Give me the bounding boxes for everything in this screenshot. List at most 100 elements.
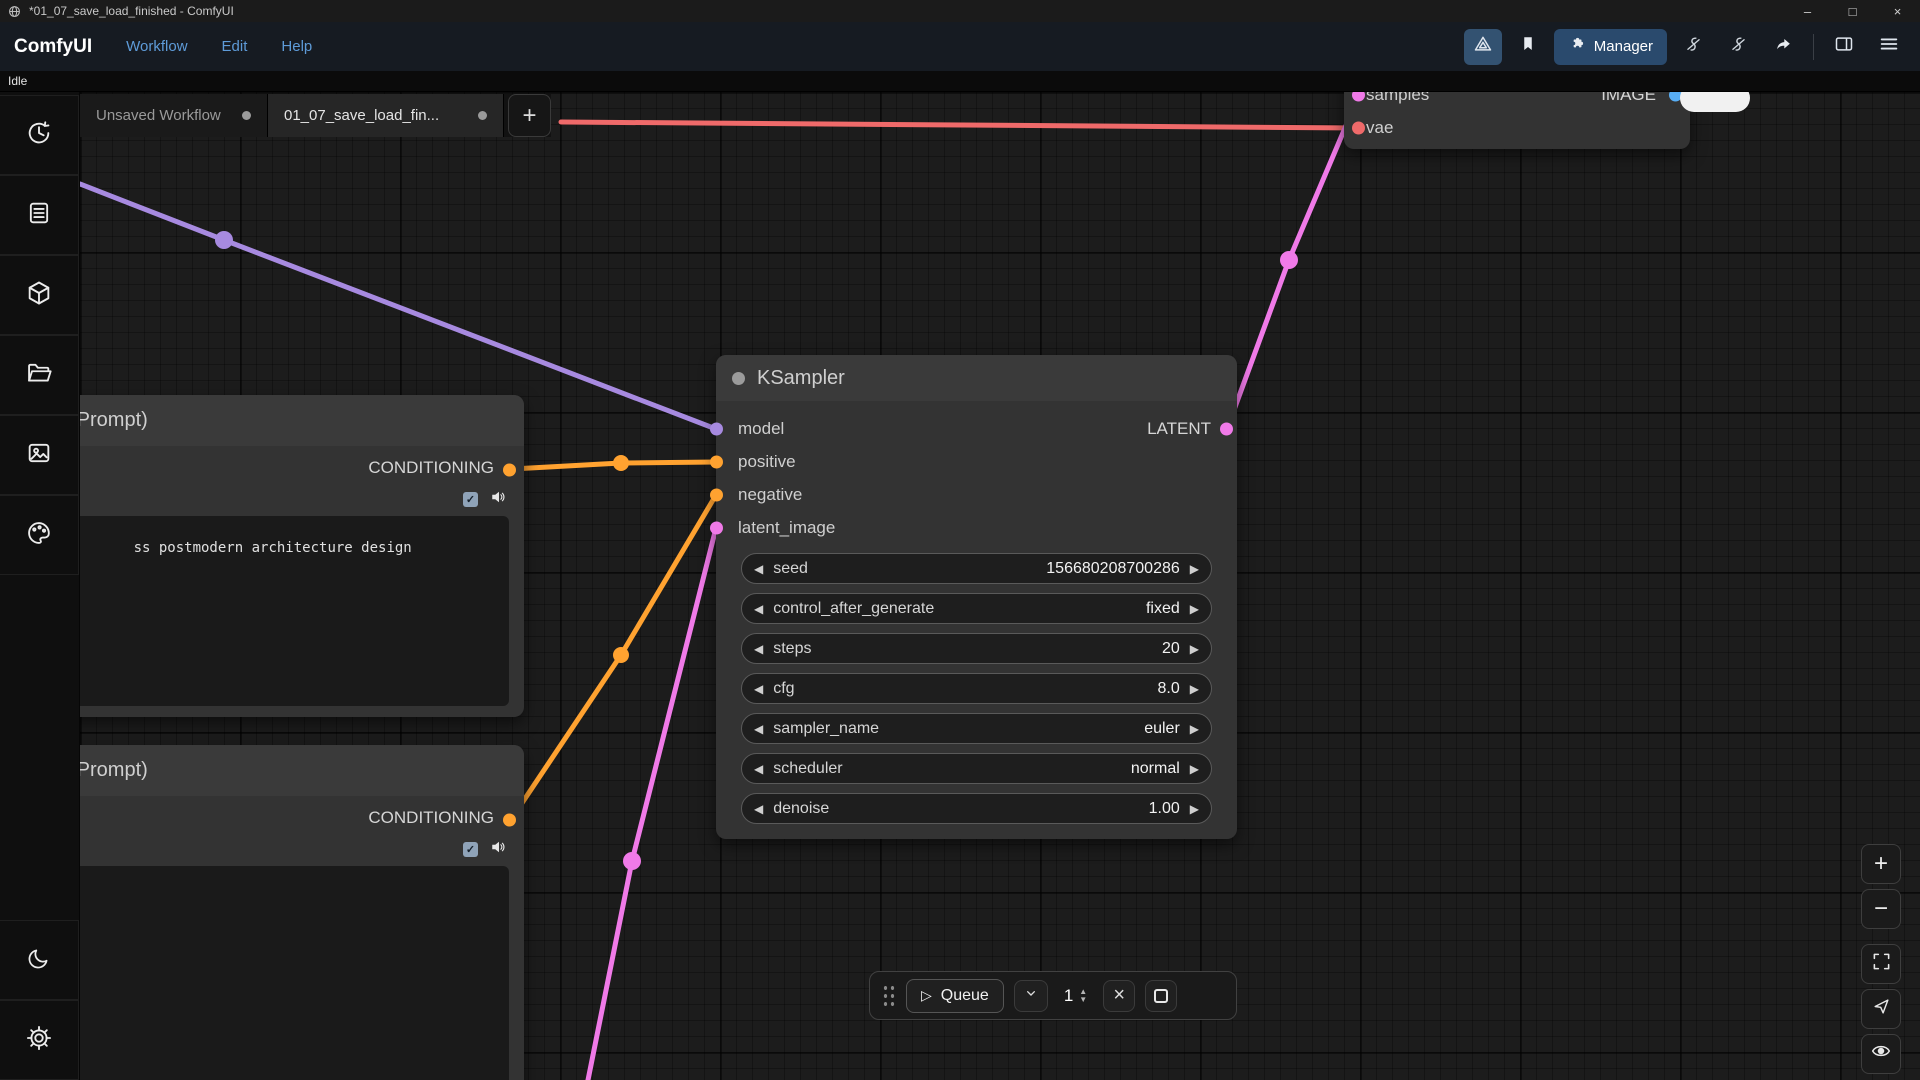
stop-button[interactable] (1145, 980, 1177, 1012)
output-slot-latent[interactable] (1220, 422, 1233, 435)
node-ksampler-header[interactable]: KSampler (716, 355, 1237, 401)
prompt-toggles: ✓ (80, 486, 524, 512)
widget-sampler-name[interactable]: ◀ sampler_name euler ▶ (741, 713, 1212, 744)
toggle-link-render-button-2[interactable] (1719, 29, 1757, 65)
widget-steps[interactable]: ◀ steps 20 ▶ (741, 633, 1212, 664)
toggle-visibility-button[interactable] (1861, 1034, 1901, 1074)
stepper-carets[interactable]: ▲ ▼ (1079, 988, 1087, 1004)
increment-arrow-icon[interactable]: ▶ (1190, 802, 1199, 816)
queue-button[interactable]: ▷ Queue (906, 979, 1004, 1013)
increment-arrow-icon[interactable]: ▶ (1190, 762, 1199, 776)
decrement-arrow-icon[interactable]: ◀ (754, 762, 763, 776)
tab-saved-workflow[interactable]: 01_07_save_load_fin... (268, 94, 504, 137)
window-close-button[interactable]: × (1875, 0, 1920, 22)
input-slot-model[interactable] (710, 422, 723, 435)
tab-unsaved-workflow[interactable]: Unsaved Workflow (80, 94, 268, 137)
manager-button[interactable]: Manager (1554, 29, 1667, 65)
reroute-dot-latent-out[interactable] (1280, 251, 1298, 269)
decrement-arrow-icon[interactable]: ◀ (754, 802, 763, 816)
unsaved-dot-icon (478, 111, 487, 120)
decrement-arrow-icon[interactable]: ◀ (754, 602, 763, 616)
side-panel-icon (1834, 34, 1854, 59)
node-ksampler[interactable]: KSampler model LATENT positive negative … (716, 355, 1237, 839)
caret-down-icon[interactable]: ▼ (1079, 996, 1087, 1004)
sidebar-item-workflows[interactable] (0, 335, 79, 415)
decrement-arrow-icon[interactable]: ◀ (754, 562, 763, 576)
new-workflow-button[interactable]: + (508, 94, 551, 137)
node-header[interactable]: (Prompt) (80, 395, 524, 446)
menu-help[interactable]: Help (281, 38, 312, 55)
decrement-arrow-icon[interactable]: ◀ (754, 722, 763, 736)
output-slot-conditioning[interactable] (503, 463, 516, 476)
decrement-arrow-icon[interactable]: ◀ (754, 682, 763, 696)
reroute-dot-model[interactable] (215, 231, 233, 249)
increment-arrow-icon[interactable]: ▶ (1190, 562, 1199, 576)
sidebar-item-theme-toggle[interactable] (0, 920, 79, 1000)
toggle-link-render-button-1[interactable] (1674, 29, 1712, 65)
speaker-icon[interactable] (490, 838, 508, 861)
input-slot-positive[interactable] (710, 455, 723, 468)
stop-square-icon (1154, 989, 1168, 1003)
increment-arrow-icon[interactable]: ▶ (1190, 602, 1199, 616)
node-vae-decode[interactable]: samples IMAGE vae (1344, 92, 1690, 149)
node-clip-text-encode-negative[interactable]: (Prompt) CONDITIONING ✓ (80, 745, 524, 1080)
sidebar-item-templates[interactable] (0, 495, 79, 575)
sidebar-item-history[interactable] (0, 95, 79, 175)
increment-arrow-icon[interactable]: ▶ (1190, 642, 1199, 656)
prompt-text-input[interactable] (80, 866, 509, 1080)
decrement-arrow-icon[interactable]: ◀ (754, 642, 763, 656)
sidebar-item-settings[interactable] (0, 1000, 79, 1080)
input-slot-vae[interactable] (1352, 121, 1365, 134)
window-minimize-button[interactable]: – (1785, 0, 1830, 22)
sidebar-item-model-library[interactable] (0, 255, 79, 335)
io-row-negative: negative (716, 478, 1237, 511)
main-menu-button[interactable] (1870, 29, 1908, 65)
widget-value: 8.0 (1158, 680, 1180, 698)
menu-edit[interactable]: Edit (222, 38, 248, 55)
reroute-dot-positive[interactable] (613, 455, 629, 471)
link-vae[interactable] (561, 122, 1358, 128)
bookmark-button[interactable] (1509, 29, 1547, 65)
widget-seed[interactable]: ◀ seed 156680208700286 ▶ (741, 553, 1212, 584)
node-header[interactable]: (Prompt) (80, 745, 524, 796)
node-clip-text-encode-positive[interactable]: (Prompt) CONDITIONING ✓ ss postmodern ar… (80, 395, 524, 717)
link-model[interactable] (80, 184, 716, 429)
select-tool-button[interactable] (1861, 989, 1901, 1029)
speaker-icon[interactable] (490, 488, 508, 511)
prompt-checkbox[interactable]: ✓ (463, 492, 478, 507)
menu-workflow[interactable]: Workflow (126, 38, 187, 55)
increment-arrow-icon[interactable]: ▶ (1190, 722, 1199, 736)
clear-queue-button[interactable]: × (1103, 980, 1135, 1012)
reroute-dot-latent[interactable] (623, 852, 641, 870)
prompt-checkbox[interactable]: ✓ (463, 842, 478, 857)
window-maximize-button[interactable]: □ (1830, 0, 1875, 22)
input-slot-negative[interactable] (710, 488, 723, 501)
widget-cfg[interactable]: ◀ cfg 8.0 ▶ (741, 673, 1212, 704)
sidebar-item-outputs[interactable] (0, 415, 79, 495)
floating-panel-partial (1680, 92, 1750, 112)
input-slot-samples[interactable] (1352, 92, 1365, 101)
fit-view-button[interactable] (1861, 944, 1901, 984)
node-graph-canvas[interactable]: KSampler model LATENT positive negative … (80, 92, 1920, 1080)
widget-value: euler (1144, 720, 1180, 738)
zoom-in-button[interactable]: + (1861, 844, 1901, 884)
zoom-out-button[interactable]: − (1861, 889, 1901, 929)
panel-toggle-button[interactable] (1825, 29, 1863, 65)
prompt-text-input[interactable]: ss postmodern architecture design (80, 516, 509, 706)
link-latent-in[interactable] (588, 528, 716, 1080)
sidebar-item-node-library[interactable] (0, 175, 79, 255)
bookmark-icon (1519, 35, 1537, 58)
output-slot-conditioning[interactable] (503, 813, 516, 826)
share-button[interactable] (1764, 29, 1802, 65)
drag-handle-icon[interactable] (882, 984, 896, 1007)
batch-count-stepper[interactable]: 1 ▲ ▼ (1058, 986, 1093, 1006)
reroute-dot-negative[interactable] (613, 647, 629, 663)
io-row-conditioning: CONDITIONING (80, 803, 524, 836)
increment-arrow-icon[interactable]: ▶ (1190, 682, 1199, 696)
widget-control-after-generate[interactable]: ◀ control_after_generate fixed ▶ (741, 593, 1212, 624)
widget-scheduler[interactable]: ◀ scheduler normal ▶ (741, 753, 1212, 784)
queue-options-button[interactable] (1014, 980, 1048, 1012)
widget-denoise[interactable]: ◀ denoise 1.00 ▶ (741, 793, 1212, 824)
canvas-tool-toggle-button[interactable] (1464, 29, 1502, 65)
input-slot-latent-image[interactable] (710, 521, 723, 534)
